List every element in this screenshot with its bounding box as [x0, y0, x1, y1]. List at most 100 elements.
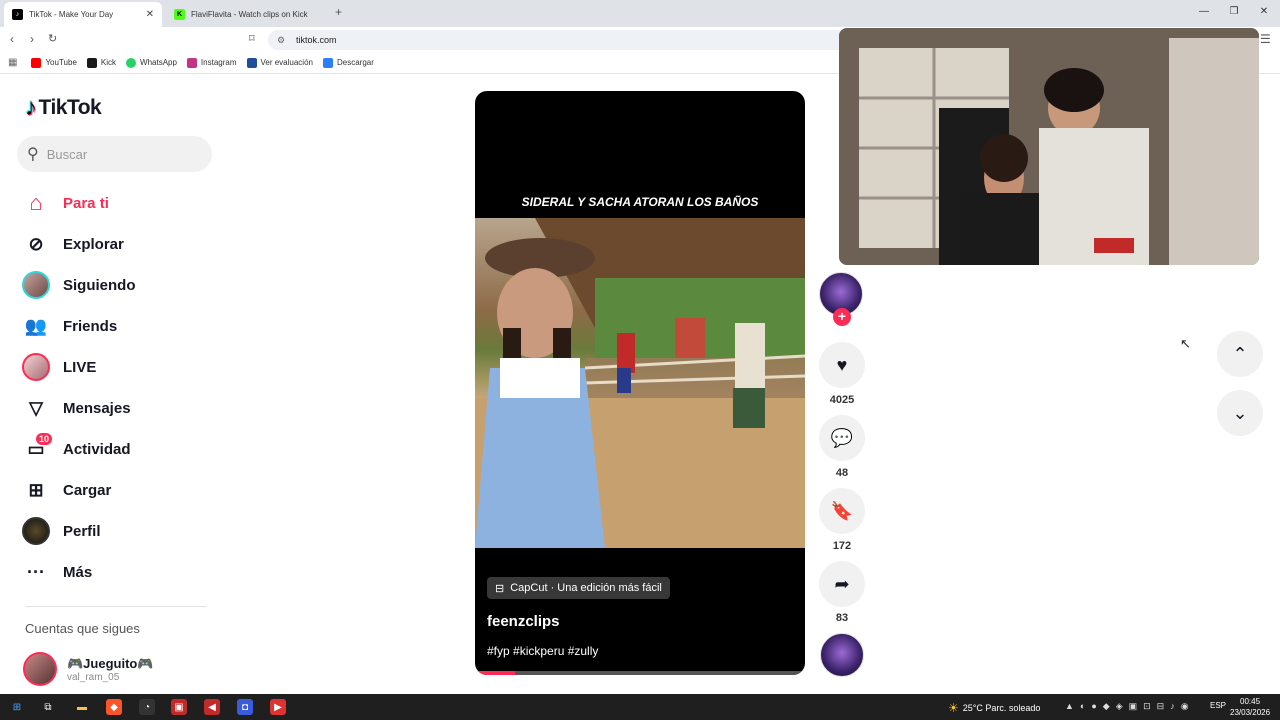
taskbar: ⊞ ⧉ ▬ ◆ ◔ ▣ ◀ ◘ ▶ ☀ 25°C Parc. soleado ▲… [0, 694, 1280, 720]
tab-title: TikTok - Make Your Day [29, 10, 114, 19]
nav-mensajes[interactable]: ▽ Mensajes [21, 393, 130, 423]
live-avatar [21, 352, 51, 382]
nav-explorar[interactable]: ⊘ Explorar [21, 229, 123, 259]
compass-icon: ⊘ [28, 233, 44, 254]
webcam-image [839, 28, 1259, 265]
send-icon: ▽ [29, 397, 43, 418]
comment-icon: 💬 [830, 427, 854, 448]
back-icon[interactable]: ‹ [10, 32, 14, 46]
nav-siguiendo[interactable]: Siguiendo [21, 270, 136, 300]
reload-icon[interactable]: ↻ [48, 32, 57, 45]
save-count: 172 [832, 540, 852, 552]
plus-square-icon: ⊞ [28, 479, 44, 500]
video-hashtags[interactable]: #fyp #kickperu #zully [487, 644, 598, 658]
webcam-overlay [839, 28, 1259, 265]
minimize-icon[interactable]: — [1197, 6, 1211, 17]
previous-video-button[interactable]: ⌃ [1217, 331, 1263, 377]
save-button[interactable]: 🔖 [819, 488, 865, 534]
comment-button[interactable]: 💬 [819, 415, 865, 461]
video-frame [475, 218, 805, 548]
windows-start-icon[interactable]: ⊞ [9, 699, 25, 715]
account-handle: val_ram_05 [67, 671, 120, 683]
capcut-tag[interactable]: ⊟ CapCut · Una edición más fácil [487, 577, 670, 599]
system-tray-icons[interactable]: ▲◐●◆◈▣⊡⊟♪◉ [1065, 701, 1195, 712]
follow-plus-icon[interactable]: + [833, 308, 851, 326]
share-count: 83 [835, 612, 849, 624]
nav-friends[interactable]: 👥 Friends [21, 311, 117, 341]
account-avatar [23, 652, 57, 686]
tiktok-favicon-icon: ♪ [12, 9, 23, 20]
tab-tiktok[interactable]: ♪ TikTok - Make Your Day ✕ [4, 2, 162, 27]
bookmark-whatsapp[interactable]: WhatsApp [126, 57, 177, 68]
video-editor-icon[interactable]: ▣ [171, 699, 187, 715]
new-tab-icon[interactable]: + [335, 5, 342, 19]
next-video-button[interactable]: ⌄ [1217, 390, 1263, 436]
like-button[interactable]: ♥ [819, 342, 865, 388]
url-text: tiktok.com [296, 35, 337, 45]
nav-mas[interactable]: ··· Más [21, 557, 92, 587]
url-field[interactable]: ⚙ tiktok.com [268, 30, 848, 50]
tab-kick[interactable]: K FlaviFlavita - Watch clips on Kick [166, 2, 326, 27]
nav-perfil[interactable]: Perfil [21, 516, 101, 546]
bookmark-kick[interactable]: Kick [86, 57, 116, 68]
video-player[interactable]: SIDERAL Y SACHA ATORAN LOS BAÑOS ⊟ CapCu… [475, 91, 805, 675]
profile-avatar [21, 516, 51, 546]
video-author[interactable]: feenzclips [487, 613, 560, 630]
chevron-down-icon: ⌄ [1232, 402, 1248, 423]
video-progress-bar[interactable] [475, 671, 805, 675]
forward-icon[interactable]: › [30, 32, 34, 46]
input-language[interactable]: ESP [1210, 701, 1226, 710]
heart-icon: ♥ [836, 354, 848, 375]
tab-bar: ♪ TikTok - Make Your Day ✕ K FlaviFlavit… [0, 0, 1280, 27]
search-icon: ⚲ [27, 146, 39, 163]
bookmark-filled-icon: 🔖 [830, 500, 854, 521]
nav-live[interactable]: LIVE [21, 352, 96, 382]
bookmark-descargar[interactable]: Descargar [322, 57, 374, 68]
music-disc-avatar[interactable] [820, 633, 864, 677]
close-tab-icon[interactable]: ✕ [146, 9, 154, 20]
app-icon[interactable]: ◔ [139, 699, 155, 715]
share-icon: ➦ [834, 573, 850, 594]
menu-icon[interactable]: ☰ [1260, 32, 1271, 46]
task-view-icon[interactable]: ⧉ [40, 699, 56, 715]
instagram-icon [186, 57, 197, 68]
search-placeholder: Buscar [46, 146, 88, 162]
share-button[interactable]: ➦ [819, 561, 865, 607]
kick-favicon-icon: K [174, 9, 185, 20]
nav-actividad[interactable]: ▭ 10 Actividad [21, 432, 131, 464]
site-info-icon[interactable]: ⚙ [277, 30, 285, 50]
video-progress-fill [475, 671, 515, 675]
tiktok-logo[interactable]: ♪ TikTok [25, 94, 102, 122]
file-explorer-icon[interactable]: ▬ [74, 699, 90, 715]
video-overlay-title: SIDERAL Y SACHA ATORAN LOS BAÑOS [521, 195, 759, 209]
close-window-icon[interactable]: ✕ [1257, 6, 1271, 17]
weather-widget[interactable]: ☀ 25°C Parc. soleado [948, 701, 1040, 715]
chat-app-icon[interactable]: ◘ [237, 699, 253, 715]
clock-date: 23/03/2026 [1230, 708, 1271, 717]
nav-para-ti[interactable]: ⌂ Para ti [21, 188, 109, 218]
media-app-icon[interactable]: ◀ [204, 699, 220, 715]
sidebar-divider [25, 606, 207, 607]
bookmark-instagram[interactable]: Instagram [186, 57, 237, 68]
video-scene-image [475, 218, 805, 548]
bookmark-youtube[interactable]: YouTube [31, 57, 77, 68]
mouse-cursor-icon: ↖ [1180, 336, 1191, 351]
tab-title: FlaviFlavita - Watch clips on Kick [191, 10, 308, 19]
friends-icon: 👥 [24, 315, 48, 336]
siguiendo-avatar [21, 270, 51, 300]
kick-icon [86, 57, 97, 68]
nav-cargar[interactable]: ⊞ Cargar [21, 475, 111, 505]
bookmark-icon[interactable]: ⌑ [249, 32, 255, 45]
account-name: 🎮Jueguito🎮 [67, 655, 154, 671]
taskbar-clock[interactable]: 00:45 23/03/2026 [1230, 696, 1270, 718]
weather-sun-icon: ☀ [948, 701, 959, 715]
home-icon: ⌂ [29, 190, 43, 215]
capcut-icon: ⊟ [495, 582, 505, 595]
apps-grid-icon[interactable]: ▦ [8, 57, 17, 68]
maximize-icon[interactable]: ❐ [1227, 6, 1241, 17]
recorder-icon[interactable]: ▶ [270, 699, 286, 715]
following-account[interactable]: 🎮Jueguito🎮 val_ram_05 [23, 652, 154, 686]
brave-browser-icon[interactable]: ◆ [106, 699, 122, 715]
search-input[interactable]: ⚲ Buscar [17, 136, 212, 172]
bookmark-ver-evaluacion[interactable]: Ver evaluación [246, 57, 313, 68]
